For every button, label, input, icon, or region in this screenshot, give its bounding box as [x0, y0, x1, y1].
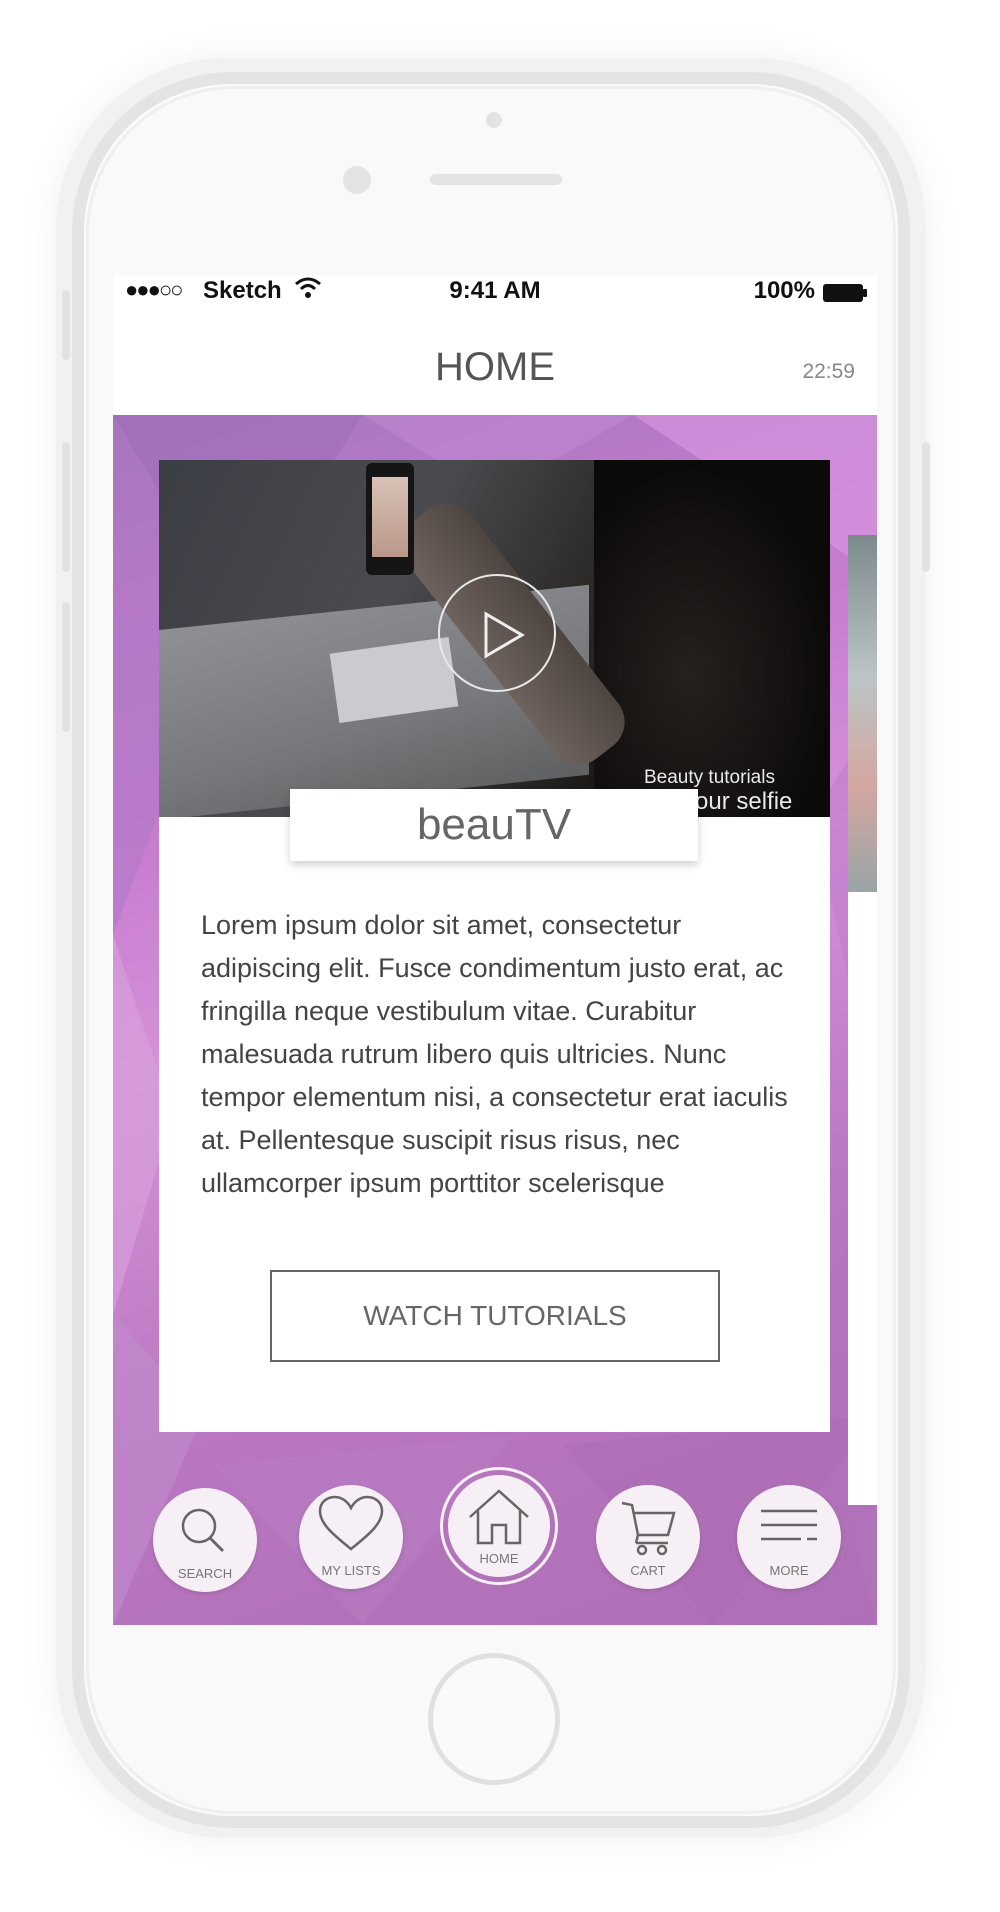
tab-home-label: HOME [479, 1551, 519, 1566]
mute-switch [62, 290, 70, 360]
video-player[interactable]: Beauty tutorials our selfie [159, 460, 830, 817]
page-title: HOME [435, 345, 555, 389]
card-title: beauTV [416, 800, 572, 849]
volume-down-button [62, 602, 70, 732]
card-description: Lorem ipsum dolor sit amet, consectetur … [201, 910, 788, 1198]
next-card-peek[interactable] [848, 535, 877, 1505]
home-icon [469, 1489, 529, 1545]
hardware-home-button[interactable] [428, 1653, 560, 1785]
video-selfie-phone [366, 463, 414, 575]
tab-cart[interactable]: CART [596, 1485, 700, 1589]
proximity-sensor [486, 112, 502, 128]
countdown-timer: 22:59 [802, 360, 855, 383]
volume-up-button [62, 442, 70, 572]
main-content: Beauty tutorials our selfie beauTV Lorem… [113, 415, 877, 1625]
card-title-tab: beauTV [290, 789, 698, 861]
play-button[interactable] [438, 574, 556, 692]
power-button [922, 442, 930, 572]
menu-icon [761, 1509, 817, 1541]
tab-search[interactable]: SEARCH [153, 1488, 257, 1592]
tab-more-label: MORE [769, 1563, 809, 1578]
tab-cart-label: CART [630, 1563, 666, 1578]
battery-percent: 100% [753, 277, 815, 304]
front-camera [343, 166, 371, 194]
feature-card: Beauty tutorials our selfie beauTV Lorem… [159, 460, 830, 1432]
heart-icon [318, 1495, 384, 1551]
video-selfie-face [372, 477, 408, 557]
tab-home-circle: HOME [448, 1475, 550, 1577]
tab-my-lists-label: MY LISTS [321, 1563, 381, 1578]
next-card-image [848, 535, 877, 892]
play-icon [484, 611, 525, 659]
watch-tutorials-button[interactable]: WATCH TUTORIALS [270, 1270, 720, 1362]
video-person-hair [594, 460, 830, 817]
video-caption-small: Beauty tutorials [644, 767, 775, 788]
status-bar: ●●●○○ Sketch 9:41 AM 100% [113, 275, 877, 305]
app-screen: ●●●○○ Sketch 9:41 AM 100% HOME 22:59 Bea… [113, 275, 877, 1625]
tab-more[interactable]: MORE [737, 1485, 841, 1589]
cart-icon [621, 1501, 676, 1556]
tab-search-label: SEARCH [177, 1566, 233, 1581]
earpiece-speaker [430, 174, 562, 185]
tab-home[interactable]: HOME [440, 1467, 558, 1585]
tab-my-lists[interactable]: MY LISTS [299, 1485, 403, 1589]
battery-icon [823, 281, 867, 302]
search-icon [181, 1508, 225, 1553]
video-caption-large: our selfie [695, 788, 793, 815]
